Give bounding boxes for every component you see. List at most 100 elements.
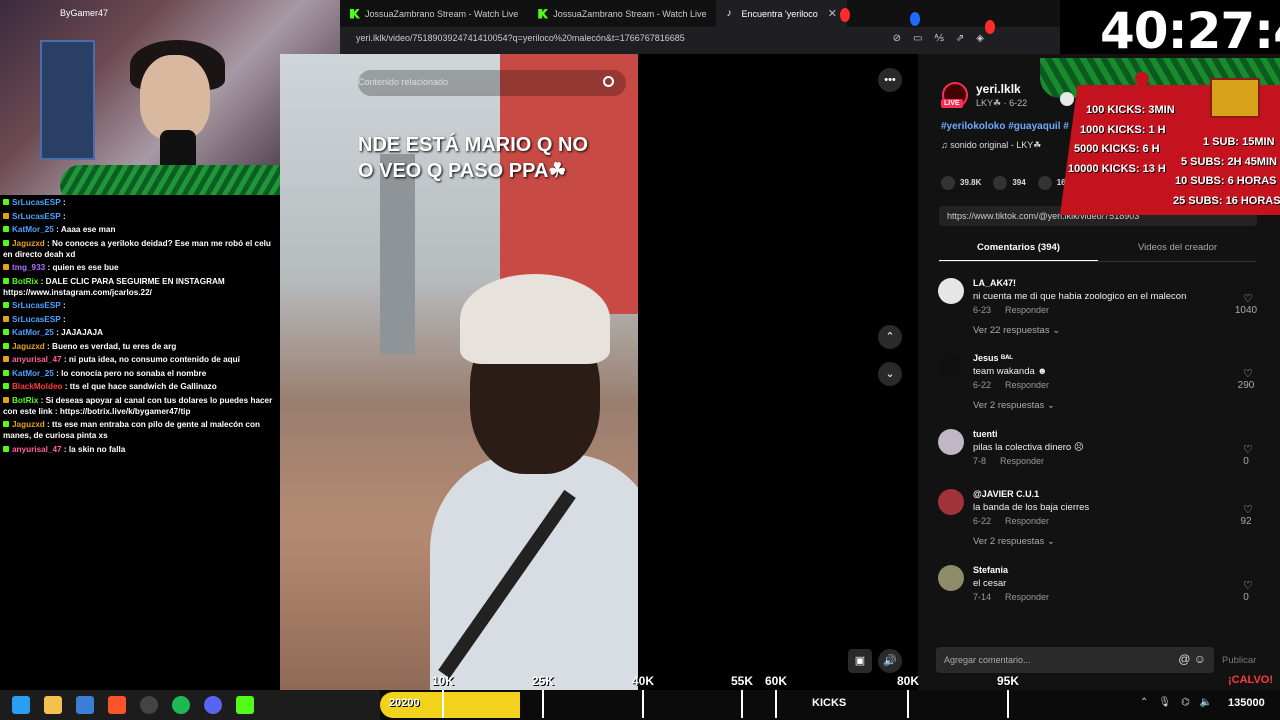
sub-goal: 5 SUBS: 2H 45MIN bbox=[1181, 155, 1277, 168]
sub-goal: 10 SUBS: 6 HORAS bbox=[1175, 175, 1277, 187]
progress-marker-label: 55K bbox=[731, 674, 754, 688]
kick-icon bbox=[350, 8, 360, 19]
chat-username[interactable]: Jaguzxd bbox=[12, 239, 45, 248]
chat-username[interactable]: anyurisal_47 bbox=[12, 445, 62, 454]
comment-username[interactable]: tuenti bbox=[973, 429, 998, 439]
progress-marker-label: 80K bbox=[897, 674, 920, 688]
tab-kick-1[interactable]: JossuaZambrano Stream - Watch Live bbox=[340, 0, 528, 27]
emoji-icon[interactable]: ☺ bbox=[1194, 652, 1206, 666]
reply-button[interactable]: Responder bbox=[1005, 305, 1049, 315]
brave-icon[interactable] bbox=[108, 696, 126, 714]
tab-kick-2[interactable]: JossuaZambrano Stream - Watch Live bbox=[528, 0, 716, 27]
badge-icon bbox=[3, 199, 9, 205]
chat-username[interactable]: Jaguzxd bbox=[12, 342, 45, 351]
heart-icon[interactable]: ♡ bbox=[1243, 579, 1253, 592]
chat-username[interactable]: SrLucasESP bbox=[12, 315, 61, 324]
reply-button[interactable]: Responder bbox=[1005, 592, 1049, 602]
comment-username[interactable]: Jesus ᴮᴬᴸ bbox=[973, 353, 1013, 363]
kick-goal: 10000 KICKS: 13 H bbox=[1068, 162, 1166, 175]
like-button[interactable]: 39.8K bbox=[941, 176, 981, 190]
obs-icon[interactable] bbox=[140, 696, 158, 714]
publish-button[interactable]: Publicar bbox=[1222, 655, 1256, 666]
network-icon[interactable]: ⌬ bbox=[1181, 697, 1190, 708]
reply-button[interactable]: Responder bbox=[1000, 456, 1044, 466]
comment-input[interactable]: Agregar comentario... @ ☺ bbox=[936, 647, 1214, 673]
comment-username[interactable]: LA_AK47! bbox=[973, 278, 1016, 288]
comment-avatar[interactable] bbox=[938, 278, 964, 304]
chevron-down-icon[interactable]: ⌄ bbox=[878, 362, 902, 386]
tab-tiktok[interactable]: ♪ Encuentra 'yeriloco ✕ bbox=[716, 0, 847, 27]
close-icon[interactable]: ✕ bbox=[828, 7, 837, 20]
light-bulb-icon bbox=[910, 12, 920, 26]
reply-button[interactable]: Responder bbox=[1005, 380, 1049, 390]
chat-username[interactable]: BotRix bbox=[12, 396, 38, 405]
badge-icon bbox=[3, 302, 9, 308]
heart-icon[interactable]: ♡ bbox=[1243, 503, 1253, 516]
chat-username[interactable]: BotRix bbox=[12, 277, 38, 286]
hashtags[interactable]: #yerilokoloko #guayaquil # bbox=[941, 121, 1069, 132]
chat-text: : Bueno es verdad, tu eres de arg bbox=[47, 341, 177, 351]
no-image-icon[interactable]: ⊘ bbox=[893, 33, 901, 44]
comment-username[interactable]: Stefania bbox=[973, 565, 1008, 575]
comment-avatar[interactable] bbox=[938, 353, 964, 379]
chat-username[interactable]: KatMor_25 bbox=[12, 225, 54, 234]
mini-player-icon[interactable]: ▣ bbox=[848, 649, 872, 673]
heart-icon[interactable]: ♡ bbox=[1243, 367, 1253, 380]
mic-icon[interactable]: 🎙 bbox=[1158, 697, 1171, 708]
chat-username[interactable]: Jaguzxd bbox=[12, 420, 45, 429]
chat-text: : lo conocía pero no sonaba el nombre bbox=[56, 368, 207, 378]
chat-username[interactable]: tmg_933 bbox=[12, 263, 45, 272]
chat-username[interactable]: anyurisal_47 bbox=[12, 355, 62, 364]
window-icon[interactable]: ▭ bbox=[913, 33, 922, 44]
brave-icon[interactable]: ◈ bbox=[976, 33, 984, 44]
author-name[interactable]: yeri.lklk bbox=[976, 82, 1021, 96]
chat-username[interactable]: KatMor_25 bbox=[12, 328, 54, 337]
chat-username[interactable]: KatMor_25 bbox=[12, 369, 54, 378]
photos-icon[interactable] bbox=[76, 696, 94, 714]
comment-button[interactable]: 394 bbox=[993, 176, 1026, 190]
comment-avatar[interactable] bbox=[938, 565, 964, 591]
more-icon[interactable]: ••• bbox=[878, 68, 902, 92]
chevron-up-icon[interactable]: ⌃ bbox=[1140, 697, 1148, 708]
badge-icon bbox=[3, 264, 9, 270]
view-replies-button[interactable]: Ver 2 respuestas ⌄ bbox=[973, 536, 1055, 547]
search-icon[interactable] bbox=[603, 76, 614, 87]
windows-start-icon[interactable] bbox=[12, 696, 30, 714]
tab-creator-videos[interactable]: Videos del creador bbox=[1098, 238, 1257, 262]
mention-icon[interactable]: @ bbox=[1178, 652, 1190, 666]
streamer-face bbox=[140, 55, 210, 140]
heart-icon[interactable]: ♡ bbox=[1243, 443, 1253, 456]
chat-message: tmg_933 : quien es ese bue bbox=[3, 262, 277, 273]
sound-link[interactable]: ♫ sonido original - LKY☘ bbox=[941, 140, 1041, 151]
share-icon[interactable]: ⇗ bbox=[956, 33, 964, 44]
discord-icon[interactable] bbox=[204, 696, 222, 714]
spotify-icon[interactable] bbox=[172, 696, 190, 714]
comment-text: la banda de los baja cierres bbox=[973, 502, 1090, 513]
comment-date: 6-22 bbox=[973, 380, 992, 390]
tab-comments[interactable]: Comentarios (394) bbox=[939, 238, 1098, 262]
related-search[interactable]: Contenido relacionado bbox=[358, 70, 626, 96]
chat-username[interactable]: SrLucasESP bbox=[12, 198, 61, 207]
kick-icon[interactable] bbox=[236, 696, 254, 714]
chat-text: : bbox=[62, 301, 66, 310]
view-replies-button[interactable]: Ver 22 respuestas ⌄ bbox=[973, 325, 1060, 336]
translate-icon[interactable]: ⅍ bbox=[934, 33, 943, 44]
chat-message: Jaguzxd : Bueno es verdad, tu eres de ar… bbox=[3, 341, 277, 352]
chat-username[interactable]: SrLucasESP bbox=[12, 212, 61, 221]
file-explorer-icon[interactable] bbox=[44, 696, 62, 714]
chat-message: anyurisal_47 : la skin no falla bbox=[3, 444, 277, 455]
view-replies-button[interactable]: Ver 2 respuestas ⌄ bbox=[973, 400, 1055, 411]
volume-icon[interactable]: 🔊 bbox=[878, 649, 902, 673]
chevron-up-icon[interactable]: ⌃ bbox=[878, 325, 902, 349]
chat-username[interactable]: SrLucasESP bbox=[12, 301, 61, 310]
comment-username[interactable]: @JAVIER C.U.1 bbox=[973, 489, 1039, 499]
address-bar[interactable]: yeri.lklk/video/7518903924741410054?q=ye… bbox=[356, 33, 685, 43]
chat-username[interactable]: BlackMoldeo bbox=[12, 382, 63, 391]
reply-button[interactable]: Responder bbox=[1005, 516, 1049, 526]
comment-avatar[interactable] bbox=[938, 489, 964, 515]
chat-message: BotRix : DALE CLIC PARA SEGUIRME EN INST… bbox=[3, 276, 277, 298]
cam-logo: ByGamer47 bbox=[60, 8, 109, 18]
comment-avatar[interactable] bbox=[938, 429, 964, 455]
heart-icon[interactable]: ♡ bbox=[1243, 292, 1253, 305]
volume-icon[interactable]: 🔈 bbox=[1200, 697, 1212, 708]
